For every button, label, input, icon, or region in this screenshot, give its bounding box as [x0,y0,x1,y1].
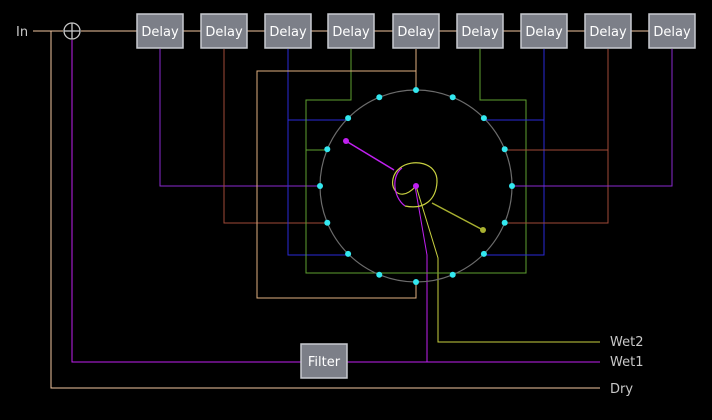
delay-label: Delay [461,25,499,40]
delay-chain: Delay Delay Delay Delay Delay Delay Delay Delay… [136,13,696,49]
delay-block-6[interactable]: Delay [456,13,504,49]
delay-label: Delay [653,25,691,40]
wet2-pointer [431,202,484,231]
tap-point [345,115,352,122]
input-mixer [63,22,81,40]
tap-point [501,219,508,226]
filter-block[interactable]: Filter [300,343,348,379]
delay-label: Delay [397,25,435,40]
feedback-matrix [317,87,515,285]
delay-label: Delay [589,25,627,40]
tap-point [413,87,419,93]
delay-block-5[interactable]: Delay [392,13,440,49]
delay-label: Delay [205,25,243,40]
delay-block-4[interactable]: Delay [327,13,375,49]
wet2-output-label: Wet2 [610,335,643,350]
tap-point [324,219,331,226]
tap-point [449,271,456,278]
wet1-feedback-path [71,40,600,363]
filter-label: Filter [308,355,341,370]
tap-routing [159,49,673,299]
tap-point [324,146,331,153]
tap-point [376,94,383,101]
delay-label: Delay [332,25,370,40]
tap-point [345,250,352,257]
delay-label: Delay [269,25,307,40]
tap-point [413,279,419,285]
tap-point [480,115,487,122]
wet1-pointer [345,140,395,171]
delay-network-diagram: Delay Delay Delay Delay Delay Delay Delay Delay… [16,13,696,397]
delay-block-2[interactable]: Delay [200,13,248,49]
delay-block-7[interactable]: Delay [520,13,568,49]
input-label: In [16,25,28,40]
tap-point [449,94,456,101]
tap-point [501,146,508,153]
tap-point [317,183,323,189]
delay-block-3[interactable]: Delay [264,13,312,49]
delay-label: Delay [525,25,563,40]
delay-block-9[interactable]: Delay [648,13,696,49]
tap-point [376,271,383,278]
delay-block-8[interactable]: Delay [584,13,632,49]
delay-block-1[interactable]: Delay [136,13,184,49]
dry-output-label: Dry [610,382,633,397]
tap-point [480,250,487,257]
tap-point [509,183,515,189]
dry-path [50,31,600,389]
delay-label: Delay [141,25,179,40]
wet1-output-label: Wet1 [610,355,643,370]
